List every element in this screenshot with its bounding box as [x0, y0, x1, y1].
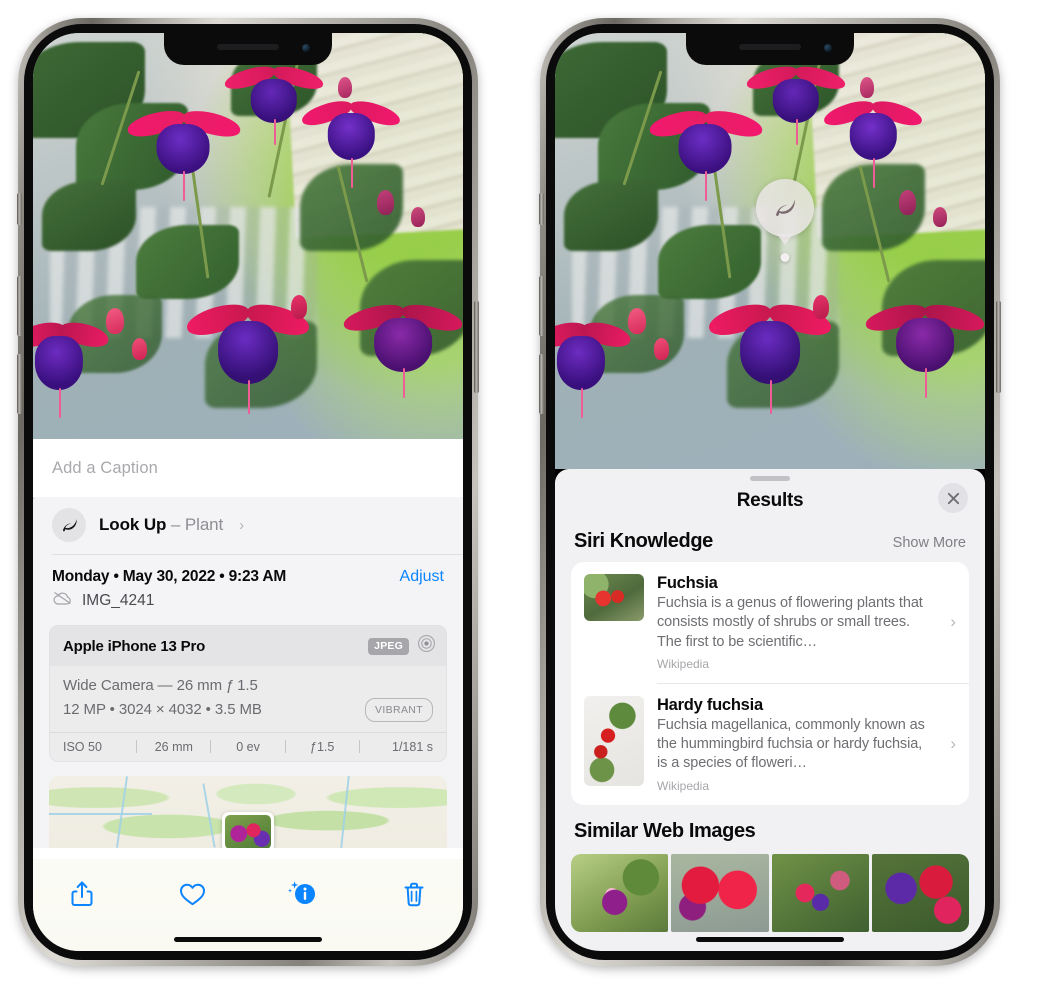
notch-right [686, 33, 854, 65]
mute-switch-left[interactable] [17, 193, 22, 225]
front-camera-icon [824, 44, 832, 52]
delete-button[interactable] [395, 875, 433, 913]
screen-right: Results Siri Knowledge Show More Fuchsia… [555, 33, 985, 951]
knowledge-description: Fuchsia magellanica, commonly known as t… [657, 716, 925, 772]
date-row: Monday • May 30, 2022 • 9:23 AM Adjust [33, 555, 463, 588]
front-camera-icon [302, 44, 310, 52]
earpiece-grille-icon [217, 44, 279, 50]
chevron-right-icon: › [950, 734, 956, 754]
look-up-subject: Plant [184, 515, 224, 534]
photographic-style-badge: VIBRANT [365, 698, 433, 723]
sparkle-large-icon: ✦ [33, 492, 37, 507]
show-more-button[interactable]: Show More [893, 535, 966, 551]
knowledge-description: Fuchsia is a genus of flowering plants t… [657, 595, 923, 650]
web-image-thumbnail[interactable] [571, 853, 669, 932]
photo-info-panel: Add a Caption ✦ ✦ Look Up – [33, 439, 463, 951]
siri-knowledge-card: Fuchsia Fuchsia is a genus of flowering … [571, 562, 969, 805]
cloud-slash-icon [52, 590, 73, 611]
info-button[interactable] [284, 875, 322, 913]
exif-aperture: ƒ1.5 [310, 739, 335, 754]
web-image-thumbnail[interactable] [671, 853, 769, 932]
adjust-button[interactable]: Adjust [400, 568, 444, 586]
leaf-icon [52, 508, 86, 542]
earpiece-grille-icon [739, 44, 801, 50]
knowledge-thumbnail [584, 574, 644, 621]
look-up-row[interactable]: ✦ ✦ Look Up – Plant › [33, 492, 463, 554]
knowledge-source: Wikipedia [657, 778, 710, 793]
look-up-label: Look Up – Plant [99, 515, 223, 535]
mute-switch-right[interactable] [539, 193, 544, 225]
power-button-right[interactable] [996, 301, 1001, 393]
power-button-left[interactable] [474, 301, 479, 393]
spec-row: 12 MP • 3024 × 4032 • 3.5 MB VIBRANT [63, 698, 433, 723]
photo-date: Monday • May 30, 2022 • 9:23 AM [52, 568, 287, 585]
similar-web-images-header: Similar Web Images [555, 805, 985, 845]
visual-look-up-badge[interactable] [756, 179, 814, 262]
file-name: IMG_4241 [82, 591, 155, 609]
knowledge-result-row[interactable]: Fuchsia Fuchsia is a genus of flowering … [571, 562, 969, 683]
location-map[interactable] [49, 775, 447, 848]
knowledge-text: Fuchsia Fuchsia is a genus of flowering … [657, 574, 957, 671]
photo-viewer-right[interactable] [555, 33, 985, 469]
map-photo-pin[interactable] [222, 811, 274, 848]
knowledge-source: Wikipedia [657, 656, 710, 671]
exif-row: ISO 50 26 mm 0 ev ƒ1.5 1/181 s [50, 731, 446, 761]
exif-shutter: 1/181 s [392, 739, 434, 754]
volume-up-button-right[interactable] [539, 276, 544, 336]
knowledge-title: Hardy fuchsia [657, 695, 763, 714]
camera-metadata-card: Apple iPhone 13 Pro JPEG Wide Camera — 2… [49, 625, 447, 762]
knowledge-result-row[interactable]: Hardy fuchsia Fuchsia magellanica, commo… [571, 684, 969, 805]
web-image-thumbnail[interactable] [871, 853, 969, 932]
left-phone: Add a Caption ✦ ✦ Look Up – [17, 18, 479, 966]
visual-look-up-results-sheet: Results Siri Knowledge Show More Fuchsia… [555, 469, 985, 951]
caption-field[interactable]: Add a Caption [33, 439, 463, 497]
right-phone: Results Siri Knowledge Show More Fuchsia… [539, 18, 1001, 966]
exif-exposure: 0 ev [236, 739, 260, 754]
image-specs: 12 MP • 3024 × 4032 • 3.5 MB [63, 701, 262, 719]
home-indicator-right[interactable] [696, 937, 844, 942]
leaf-icon [776, 199, 795, 217]
volume-up-button-left[interactable] [17, 276, 22, 336]
file-row: IMG_4241 [33, 588, 463, 625]
exif-focal: 26 mm [154, 739, 193, 754]
chevron-right-icon: › [950, 612, 956, 632]
metadata-header: Apple iPhone 13 Pro JPEG [50, 626, 446, 666]
details-section: ✦ ✦ Look Up – Plant › [33, 492, 463, 848]
chevron-right-icon: › [239, 516, 245, 534]
screenshot-root: Add a Caption ✦ ✦ Look Up – [0, 0, 1055, 985]
similar-web-images-strip [555, 853, 985, 932]
lens-info: Wide Camera — 26 mm ƒ 1.5 [63, 677, 258, 694]
notch-left [164, 33, 332, 65]
knowledge-text: Hardy fuchsia Fuchsia magellanica, commo… [657, 696, 957, 793]
siri-knowledge-title: Siri Knowledge [574, 530, 713, 552]
look-up-title: Look Up [99, 515, 167, 534]
format-badge: JPEG [368, 637, 409, 655]
sheet-header: Results [555, 481, 985, 526]
fuchsia-photo [555, 33, 985, 469]
home-indicator-left[interactable] [174, 937, 322, 942]
knowledge-thumbnail [584, 695, 644, 786]
sheet-title: Results [736, 490, 804, 511]
close-icon [947, 492, 959, 504]
badge-anchor-dot [780, 253, 790, 262]
badge-pointer [777, 234, 793, 245]
share-button[interactable] [63, 875, 101, 913]
siri-knowledge-header: Siri Knowledge Show More [555, 526, 985, 562]
photo-viewer-left[interactable] [33, 33, 463, 469]
volume-down-button-left[interactable] [17, 354, 22, 414]
close-button[interactable] [938, 483, 968, 513]
favorite-button[interactable] [174, 875, 212, 913]
volume-down-button-right[interactable] [539, 354, 544, 414]
exif-iso: ISO 50 [63, 739, 102, 754]
aperture-icon [417, 634, 436, 658]
metadata-badges: JPEG [368, 634, 436, 658]
metadata-body: Wide Camera — 26 mm ƒ 1.5 12 MP • 3024 ×… [50, 666, 446, 732]
similar-web-images-title: Similar Web Images [574, 819, 756, 842]
knowledge-title: Fuchsia [657, 574, 718, 592]
fuchsia-photo [33, 33, 463, 469]
screen-left: Add a Caption ✦ ✦ Look Up – [33, 33, 463, 951]
device-name: Apple iPhone 13 Pro [63, 637, 206, 655]
web-image-thumbnail[interactable] [771, 853, 869, 932]
look-up-dash: – [170, 515, 181, 534]
